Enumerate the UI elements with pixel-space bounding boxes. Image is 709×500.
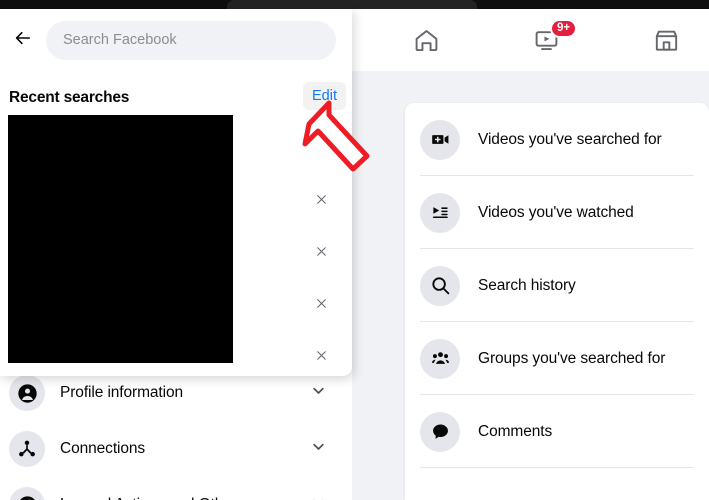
search-bar-row	[0, 14, 352, 66]
chevron-down-icon	[311, 495, 326, 500]
remove-recent-search-button[interactable]	[308, 238, 334, 264]
profile-icon	[9, 375, 45, 411]
groups-icon	[420, 338, 460, 379]
sidebar-item-logged-actions[interactable]: Logged Actions and Other	[0, 477, 352, 500]
redacted-recent-searches-block	[8, 115, 233, 363]
recent-searches-title: Recent searches	[9, 89, 130, 106]
screen: 9+ Profile information Connections Searc…	[0, 0, 709, 500]
facebook-icon	[9, 487, 45, 500]
divider	[420, 467, 694, 468]
activity-menu-card: Videos you've searched for Videos you've…	[405, 103, 709, 500]
video-plus-icon	[420, 119, 460, 160]
sidebar-item-label: Profile information	[60, 384, 184, 402]
menu-item-videos-watched[interactable]: Videos you've watched	[405, 176, 709, 249]
sidebar-item-label: Logged Actions and Other	[60, 495, 237, 500]
search-input-wrapper[interactable]	[46, 20, 336, 60]
remove-recent-search-button[interactable]	[308, 186, 334, 212]
back-button[interactable]	[5, 22, 41, 58]
search-dropdown-panel: Recent searches Edit	[0, 9, 352, 376]
menu-item-label: Comments	[478, 422, 553, 440]
remove-recent-search-button[interactable]	[308, 342, 334, 368]
menu-item-comments[interactable]: Comments	[405, 395, 709, 468]
marketplace-icon	[653, 27, 680, 54]
menu-item-label: Search history	[478, 276, 576, 294]
sidebar-item-label: Connections	[60, 440, 146, 458]
search-icon	[420, 265, 460, 306]
menu-item-label: Videos you've watched	[478, 203, 634, 221]
chevron-down-icon	[311, 439, 326, 459]
remove-recent-search-button[interactable]	[308, 290, 334, 316]
menu-item-videos-searched-for[interactable]: Videos you've searched for	[405, 103, 709, 176]
home-icon	[413, 27, 440, 54]
playlist-icon	[420, 192, 460, 233]
nav-home-button[interactable]	[398, 21, 454, 59]
search-input[interactable]	[63, 32, 313, 48]
menu-item-groups-searched-for[interactable]: Groups you've searched for	[405, 322, 709, 395]
video-badge: 9+	[550, 19, 578, 38]
menu-item-search-history[interactable]: Search history	[405, 249, 709, 322]
nav-video-button[interactable]: 9+	[518, 19, 578, 59]
back-arrow-icon	[13, 28, 33, 53]
chevron-down-icon	[311, 383, 326, 403]
nav-marketplace-button[interactable]	[638, 21, 694, 59]
browser-tab[interactable]	[227, 0, 477, 9]
comment-icon	[420, 411, 460, 452]
edit-button[interactable]: Edit	[303, 82, 346, 110]
menu-item-label: Groups you've searched for	[478, 349, 666, 367]
top-navigation: 9+	[360, 9, 709, 71]
menu-item-label: Videos you've searched for	[478, 130, 662, 148]
browser-tab-strip	[0, 0, 709, 9]
connections-icon	[9, 431, 45, 467]
sidebar-item-connections[interactable]: Connections	[0, 421, 352, 477]
